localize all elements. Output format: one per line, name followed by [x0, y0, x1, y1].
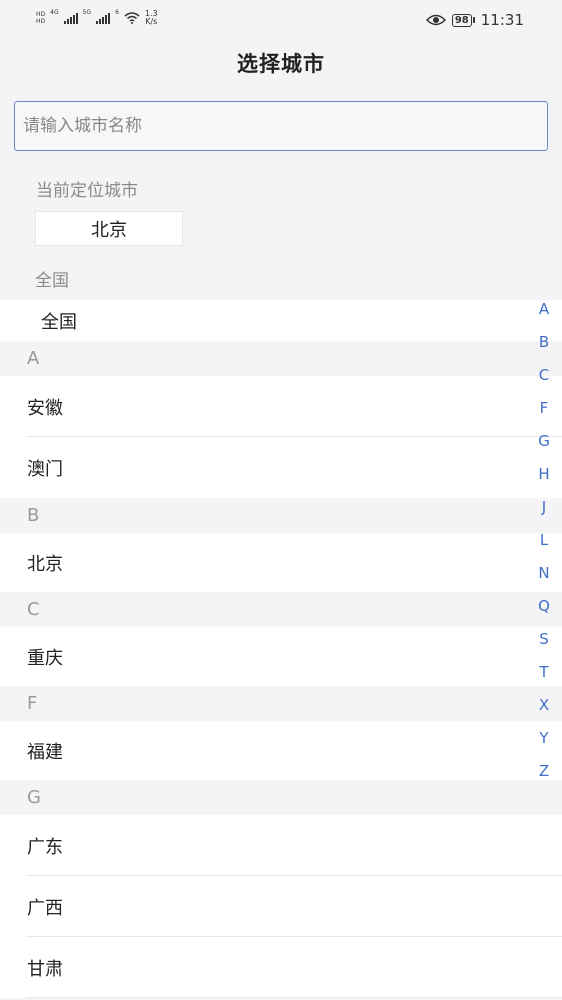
list-item[interactable]: 安徽	[0, 376, 562, 437]
index-letter-z[interactable]: Z	[534, 762, 554, 780]
clock: 11:31	[480, 11, 524, 29]
national-section-label: 全国	[35, 271, 69, 291]
group-letter: C	[27, 599, 40, 620]
index-letter-n[interactable]: N	[534, 564, 554, 582]
group-letter: B	[27, 505, 40, 526]
index-letter-q[interactable]: Q	[534, 597, 554, 615]
wifi-icon	[124, 12, 140, 24]
list-item-label: 福建	[27, 741, 63, 763]
city-picker-screen: HD HD 4G 5G 6 1.3 K/s 98 11:31 选择城市 请输入城…	[0, 0, 562, 1000]
network-type-1: 4G	[50, 9, 59, 16]
list-item-label: 重庆	[27, 647, 63, 669]
list-item[interactable]: 澳门	[0, 437, 562, 498]
group-header-a: A	[0, 341, 562, 376]
index-letter-a[interactable]: A	[534, 300, 554, 318]
index-letter-j[interactable]: J	[534, 498, 554, 516]
group-letter: A	[27, 348, 40, 369]
network-speed: 1.3 K/s	[145, 10, 158, 26]
signal-2-icon	[96, 12, 111, 24]
index-letter-h[interactable]: H	[534, 465, 554, 483]
eye-icon	[425, 14, 446, 26]
list-item-label: 广东	[27, 836, 63, 858]
group-header-b: B	[0, 498, 562, 533]
list-item[interactable]: 福建	[0, 721, 562, 780]
index-letter-l[interactable]: L	[534, 531, 554, 549]
index-letter-f[interactable]: F	[534, 399, 554, 417]
index-letter-c[interactable]: C	[534, 366, 554, 384]
list-item-label: 澳门	[27, 458, 63, 480]
list-item-label: 广西	[27, 897, 63, 919]
group-letter: F	[27, 693, 38, 714]
wifi-tag: 6	[115, 9, 119, 16]
current-city-button[interactable]: 北京	[35, 211, 183, 246]
speed-unit: K/s	[145, 17, 158, 26]
page-title: 选择城市	[237, 52, 325, 76]
list-item[interactable]: 甘肃	[0, 937, 562, 998]
list-item-label: 甘肃	[27, 958, 63, 980]
index-letter-x[interactable]: X	[534, 696, 554, 714]
current-location-label: 当前定位城市	[36, 181, 138, 201]
sim2-label: HD	[36, 18, 46, 25]
index-letter-b[interactable]: B	[534, 333, 554, 351]
index-letter-t[interactable]: T	[534, 663, 554, 681]
battery-level: 98	[451, 13, 472, 27]
index-letter-y[interactable]: Y	[534, 729, 554, 747]
list-item-national[interactable]: 全国	[0, 300, 562, 341]
list-item-label: 全国	[41, 311, 77, 333]
index-letter-s[interactable]: S	[534, 630, 554, 648]
list-item-label: 安徽	[27, 397, 63, 419]
network-type-2: 5G	[82, 9, 92, 16]
city-search-input[interactable]	[14, 101, 548, 151]
sim-icon: HD HD	[36, 11, 45, 25]
group-header-f: F	[0, 686, 562, 721]
status-bar: HD HD 4G 5G 6 1.3 K/s 98 11:31	[0, 0, 562, 42]
status-left: HD HD 4G 5G 6 1.3 K/s	[36, 10, 158, 26]
status-right: 98 11:31	[425, 11, 524, 29]
index-letter-g[interactable]: G	[534, 432, 554, 450]
battery-icon: 98	[451, 13, 475, 27]
city-list[interactable]: 全国 A 安徽 澳门 B 北京 C 重庆 F 福建 G 广东 广西 甘肃	[0, 300, 562, 998]
list-item[interactable]: 广西	[0, 876, 562, 937]
list-item[interactable]: 重庆	[0, 627, 562, 686]
list-item-label: 北京	[27, 553, 63, 575]
group-letter: G	[27, 787, 41, 808]
list-item[interactable]: 北京	[0, 533, 562, 592]
signal-1-icon	[63, 12, 78, 24]
group-header-g: G	[0, 780, 562, 815]
list-item[interactable]: 广东	[0, 815, 562, 876]
group-header-c: C	[0, 592, 562, 627]
sim1-label: HD	[36, 11, 46, 18]
divider	[26, 997, 562, 998]
